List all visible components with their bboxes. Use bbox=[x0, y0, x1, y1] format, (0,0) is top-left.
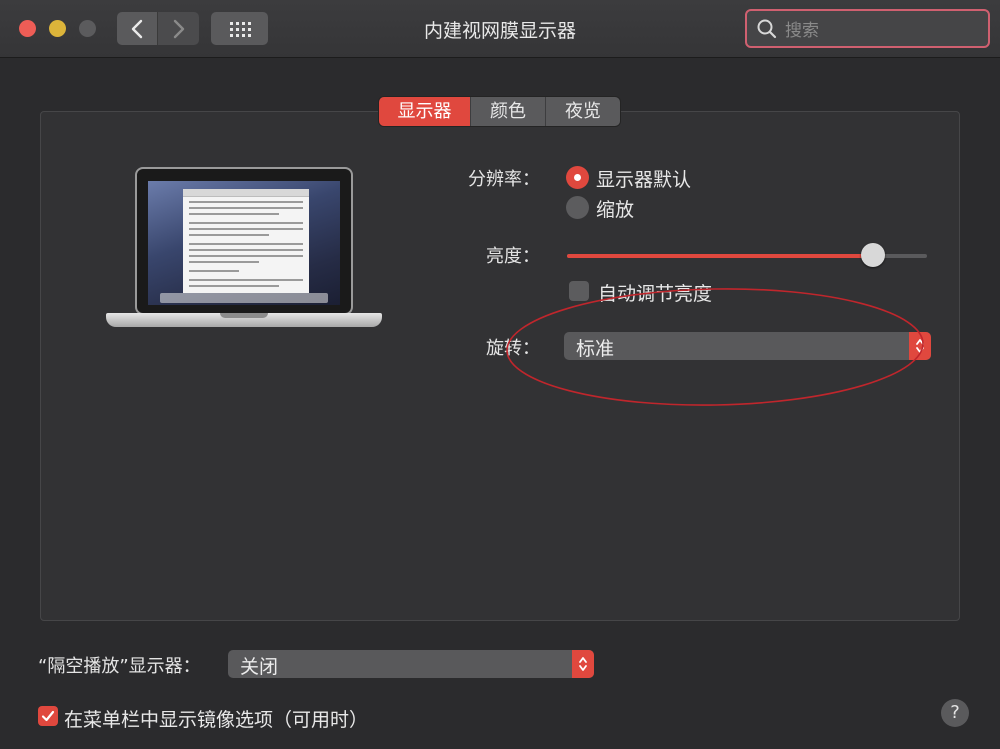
mirroring-menubar-checkbox[interactable] bbox=[38, 706, 58, 726]
window-title: 内建视网膜显示器 bbox=[423, 20, 576, 42]
radio-default-resolution[interactable] bbox=[566, 166, 589, 189]
tab-night-shift[interactable]: 夜览 bbox=[546, 97, 620, 126]
search-field[interactable]: 搜索 bbox=[745, 9, 990, 48]
laptop-illustration bbox=[106, 167, 382, 333]
auto-brightness-checkbox[interactable] bbox=[569, 281, 589, 301]
laptop-lid bbox=[135, 167, 353, 315]
resolution-label: 分辨率： bbox=[468, 169, 540, 190]
forward-button[interactable] bbox=[158, 12, 199, 45]
laptop-screen bbox=[148, 181, 340, 305]
mirroring-menubar-label[interactable]: 在菜单栏中显示镜像选项（可用时） bbox=[64, 705, 368, 732]
auto-brightness-label[interactable]: 自动调节亮度 bbox=[598, 279, 712, 306]
airplay-display-select-value: 关闭 bbox=[240, 656, 279, 678]
tab-display[interactable]: 显示器 bbox=[379, 97, 471, 126]
laptop-notch bbox=[220, 313, 268, 318]
help-button[interactable]: ? bbox=[941, 699, 969, 727]
grid-icon bbox=[229, 21, 251, 37]
window-titlebar: 内建视网膜显示器 搜索 bbox=[0, 0, 1000, 58]
search-icon bbox=[757, 19, 777, 38]
zoom-window-button[interactable] bbox=[79, 20, 96, 37]
minimize-window-button[interactable] bbox=[49, 20, 66, 37]
brightness-slider-fill bbox=[567, 254, 873, 258]
search-placeholder: 搜索 bbox=[785, 21, 819, 41]
updown-arrows-icon bbox=[572, 650, 594, 678]
back-button[interactable] bbox=[117, 12, 158, 45]
tab-bar: 显示器 颜色 夜览 bbox=[379, 97, 620, 126]
airplay-display-label: “隔空播放”显示器： bbox=[38, 656, 201, 677]
default-resolution-label[interactable]: 显示器默认 bbox=[596, 165, 691, 192]
document-window-image bbox=[183, 189, 309, 293]
chevron-right-icon bbox=[173, 19, 184, 38]
chevron-left-icon bbox=[131, 19, 143, 38]
tab-color[interactable]: 颜色 bbox=[471, 97, 546, 126]
scaled-resolution-label[interactable]: 缩放 bbox=[596, 195, 634, 222]
radio-scaled-resolution[interactable] bbox=[566, 196, 589, 219]
show-all-button[interactable] bbox=[211, 12, 268, 45]
checkmark-icon bbox=[41, 710, 55, 722]
airplay-display-select[interactable]: 关闭 bbox=[228, 650, 594, 678]
navigation-buttons bbox=[117, 12, 199, 45]
brightness-slider-knob[interactable] bbox=[861, 243, 885, 267]
brightness-label: 亮度： bbox=[486, 246, 540, 267]
rotation-label: 旋转： bbox=[486, 338, 540, 359]
dock-image bbox=[160, 293, 328, 303]
close-window-button[interactable] bbox=[19, 20, 36, 37]
updown-arrows-icon bbox=[909, 332, 931, 360]
rotation-select-value: 标准 bbox=[576, 338, 615, 360]
rotation-select[interactable]: 标准 bbox=[564, 332, 931, 360]
